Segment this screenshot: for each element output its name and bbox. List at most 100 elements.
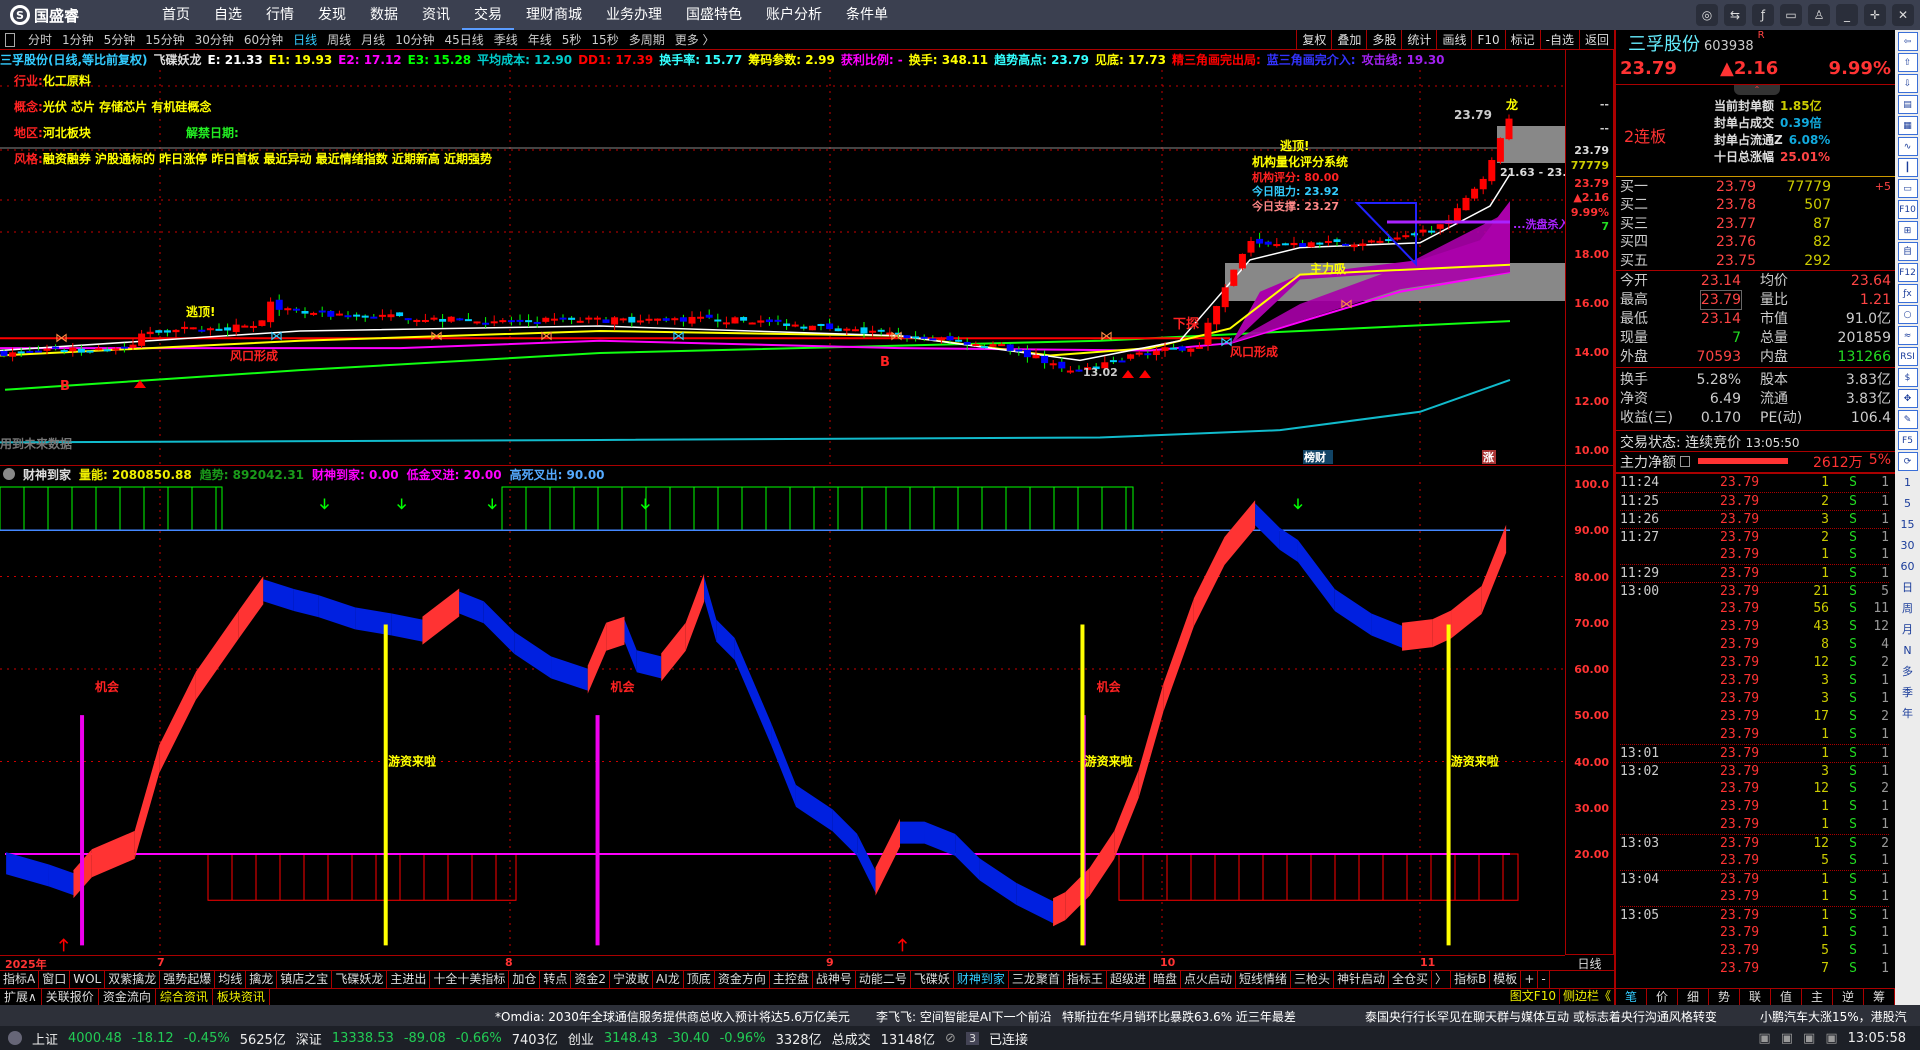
candle[interactable]	[611, 317, 619, 325]
sidebar-tool-icon-8[interactable]: F10	[1897, 200, 1918, 219]
period-12[interactable]: 年线	[523, 31, 557, 48]
candle[interactable]	[946, 336, 954, 341]
sidebar-tool-icon-1[interactable]: ⇧	[1897, 53, 1918, 72]
indicator-tab-17[interactable]: 资金方向	[715, 971, 770, 988]
chart-button-1[interactable]: 叠加	[1331, 30, 1366, 50]
candle[interactable]	[851, 329, 859, 332]
indicator-tab-36[interactable]: -	[1538, 971, 1550, 988]
keyboard-icon[interactable]: ▣	[1758, 1031, 1770, 1046]
candle[interactable]	[404, 318, 412, 321]
detail-tab-2[interactable]: 细	[1678, 989, 1709, 1005]
candle[interactable]	[1041, 355, 1049, 364]
sync-icon[interactable]: ▣	[1803, 1031, 1815, 1046]
candle[interactable]	[1187, 348, 1195, 352]
candle[interactable]	[722, 322, 730, 325]
candle[interactable]	[998, 344, 1006, 347]
candle[interactable]	[654, 318, 662, 321]
candle[interactable]	[490, 321, 498, 324]
indicator-tab-2[interactable]: WOL	[70, 971, 106, 988]
candle[interactable]	[688, 316, 696, 324]
candle[interactable]	[1333, 239, 1341, 242]
candle[interactable]	[1238, 253, 1246, 269]
nav-item-5[interactable]: 资讯	[410, 0, 462, 30]
candle[interactable]	[1299, 243, 1307, 247]
candle[interactable]	[989, 344, 997, 347]
candle[interactable]	[1256, 238, 1264, 244]
detail-tab-5[interactable]: 值	[1771, 989, 1802, 1005]
candle[interactable]	[636, 320, 644, 323]
indicator-tab-4[interactable]: 强势起爆	[160, 971, 216, 988]
sidebar-period-4[interactable]: 60	[1898, 557, 1918, 576]
candle[interactable]	[1307, 242, 1315, 248]
candle[interactable]	[593, 317, 601, 320]
indicator-tab-24[interactable]: 指标王	[1064, 971, 1107, 988]
indicator-tab-23[interactable]: 三龙聚首	[1009, 971, 1064, 988]
chart-button-7[interactable]: -自选	[1539, 30, 1579, 50]
expand-icon[interactable]	[8, 1031, 22, 1045]
indicator-tab-32[interactable]: 〉	[1432, 971, 1452, 988]
ext-tab-3[interactable]: 综合资讯	[156, 989, 213, 1005]
indicator-menu-icon[interactable]	[3, 468, 15, 480]
period-4[interactable]: 30分钟	[190, 31, 239, 48]
candle[interactable]	[542, 317, 550, 322]
sidebar-tool-icon-11[interactable]: F12	[1897, 263, 1918, 282]
period-6[interactable]: 日线	[288, 31, 322, 48]
candle[interactable]	[9, 352, 17, 357]
candle[interactable]	[430, 317, 438, 320]
candle[interactable]	[1195, 346, 1203, 349]
detail-tab-6[interactable]: 主	[1802, 989, 1833, 1005]
candle[interactable]	[69, 347, 77, 352]
news-item[interactable]: 李飞飞: 空间智能是AI下一个前沿	[876, 1008, 1052, 1025]
candle[interactable]	[748, 322, 756, 325]
candle[interactable]	[1144, 353, 1152, 356]
sidebar-tool-icon-13[interactable]: ○	[1897, 305, 1918, 324]
candle[interactable]	[1505, 118, 1513, 140]
candle[interactable]	[206, 328, 214, 331]
candle[interactable]	[17, 351, 25, 354]
nav-item-0[interactable]: 首页	[150, 0, 202, 30]
nav-item-3[interactable]: 发现	[306, 0, 358, 30]
candle[interactable]	[576, 320, 584, 323]
candle[interactable]	[1118, 360, 1126, 363]
candle[interactable]	[972, 343, 980, 346]
sidebar-period-1[interactable]: 5	[1898, 494, 1918, 513]
indicator-chart[interactable]: 机会 机会 机会游资来啦 游资来啦 游资来啦	[0, 482, 1565, 955]
candle[interactable]	[146, 331, 154, 335]
indicator-tab-12[interactable]: 转点	[540, 971, 572, 988]
sidebar-period-3[interactable]: 30	[1898, 536, 1918, 555]
candle[interactable]	[224, 327, 232, 331]
sidebar-tool-icon-7[interactable]: ▭	[1897, 179, 1918, 198]
tower-icon[interactable]: ▣	[1825, 1031, 1837, 1046]
sidebar-tool-icon-19[interactable]: F5	[1897, 431, 1918, 450]
candle[interactable]	[1127, 354, 1135, 359]
news-item[interactable]: 特斯拉在华月销环比暴跌63.6% 近三年最差	[1062, 1008, 1296, 1025]
candle[interactable]	[757, 320, 765, 323]
candle[interactable]	[198, 329, 206, 332]
candle[interactable]	[292, 308, 300, 311]
bid-row[interactable]: 买二 23.78 507	[1620, 196, 1891, 214]
indicator-tab-11[interactable]: 加仓	[509, 971, 541, 988]
candle[interactable]	[1213, 306, 1221, 325]
period-8[interactable]: 月线	[356, 31, 390, 48]
candle[interactable]	[318, 310, 326, 313]
indicator-tab-15[interactable]: AI龙	[653, 971, 684, 988]
candle[interactable]	[1015, 349, 1023, 352]
candle[interactable]	[516, 319, 524, 322]
candle[interactable]	[568, 317, 576, 320]
candle[interactable]	[800, 326, 808, 329]
candle[interactable]	[525, 320, 533, 323]
f10-button[interactable]: 图文F10	[1507, 988, 1560, 1004]
candle[interactable]	[1393, 237, 1401, 240]
candle[interactable]	[1066, 370, 1074, 373]
sidebar-period-9[interactable]: 多	[1898, 662, 1918, 681]
candle[interactable]	[834, 328, 842, 332]
candle[interactable]	[361, 315, 369, 318]
candle[interactable]	[232, 324, 240, 333]
candle[interactable]	[619, 318, 627, 321]
chart-button-2[interactable]: 多股	[1366, 30, 1401, 50]
candle-icon[interactable]: ▣	[1781, 1031, 1793, 1046]
news-item[interactable]: 泰国央行行长罕见在聊天群与媒体互动 或标志着央行沟通风格转变	[1365, 1008, 1717, 1025]
candle[interactable]	[129, 344, 137, 348]
sidebar-toggle[interactable]: 侧边栏《	[1560, 988, 1614, 1004]
candle[interactable]	[1419, 229, 1427, 233]
